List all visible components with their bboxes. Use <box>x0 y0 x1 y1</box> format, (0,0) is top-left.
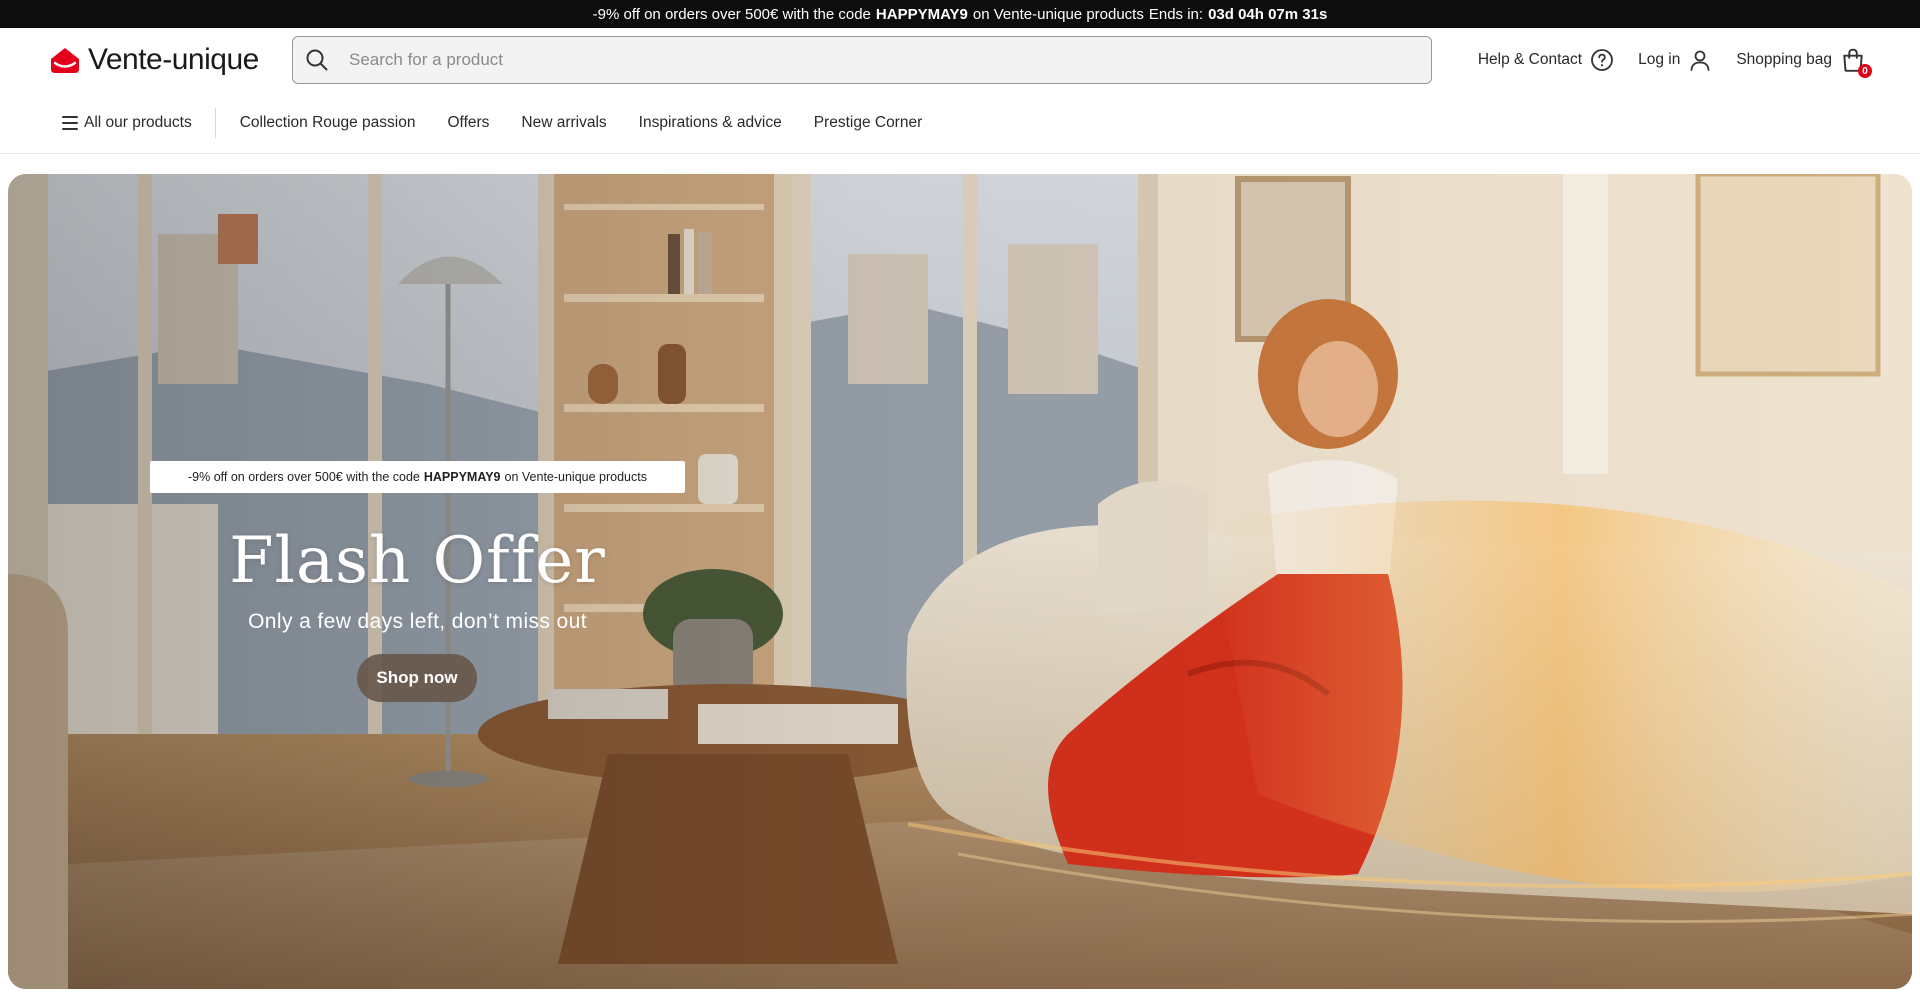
help-contact-label: Help & Contact <box>1477 51 1583 68</box>
nav-item-prestige-corner[interactable]: Prestige Corner <box>814 114 923 132</box>
hero-title: Flash Offer <box>229 524 606 598</box>
nav-item-offers[interactable]: Offers <box>447 114 489 132</box>
help-icon <box>1591 49 1613 71</box>
header-actions: Help & Contact Log in Shopping bag 0 <box>1478 36 1872 84</box>
hero-subtitle: Only a few days left, don’t miss out <box>248 610 587 633</box>
hero-promo-text-after: on Vente-unique products <box>504 470 647 484</box>
all-products-menu[interactable]: All our products <box>62 107 216 138</box>
search-icon[interactable] <box>305 48 329 72</box>
hero-promo-text: -9% off on orders over 500€ with the cod… <box>188 470 420 484</box>
logo-mark-icon <box>51 48 79 73</box>
hero-promo-badge: -9% off on orders over 500€ with the cod… <box>150 461 685 493</box>
hero-banner[interactable]: -9% off on orders over 500€ with the cod… <box>8 174 1912 989</box>
logo-text: Vente-unique <box>88 43 259 76</box>
shopping-bag-label: Shopping bag <box>1736 51 1832 68</box>
login-label: Log in <box>1638 51 1681 68</box>
search-input[interactable] <box>349 50 1431 70</box>
site-header: Vente-unique Help & Contact Log in Shopp… <box>0 28 1920 92</box>
help-contact-link[interactable]: Help & Contact <box>1478 48 1614 72</box>
nav-item-new-arrivals[interactable]: New arrivals <box>521 114 606 132</box>
shopping-bag-link[interactable]: Shopping bag 0 <box>1736 47 1872 78</box>
promo-bar-ends-label: Ends in: <box>1148 5 1204 23</box>
promo-bar-countdown: 03d 04h 07m 31s <box>1208 5 1328 23</box>
all-products-label: All our products <box>84 113 192 131</box>
promo-bar: -9% off on orders over 500€ with the cod… <box>0 0 1920 28</box>
hero-promo-code: HAPPYMAY9 <box>423 470 501 484</box>
hamburger-icon <box>62 115 78 130</box>
nav-item-collection-rouge-passion[interactable]: Collection Rouge passion <box>240 114 416 132</box>
promo-bar-text-after: on Vente-unique products <box>972 5 1144 23</box>
user-icon <box>1690 50 1710 71</box>
shop-now-button[interactable]: Shop now <box>357 654 477 702</box>
site-logo[interactable]: Vente-unique <box>48 40 259 80</box>
bag-count-badge: 0 <box>1858 64 1872 78</box>
nav-item-inspirations-advice[interactable]: Inspirations & advice <box>639 114 782 132</box>
search-bar[interactable] <box>292 36 1432 84</box>
main-nav: All our products Collection Rouge passio… <box>0 92 1920 154</box>
shopping-bag: 0 <box>1840 47 1872 78</box>
promo-bar-text: -9% off on orders over 500€ with the cod… <box>592 5 871 23</box>
login-link[interactable]: Log in <box>1638 48 1712 72</box>
promo-bar-code: HAPPYMAY9 <box>875 5 968 23</box>
